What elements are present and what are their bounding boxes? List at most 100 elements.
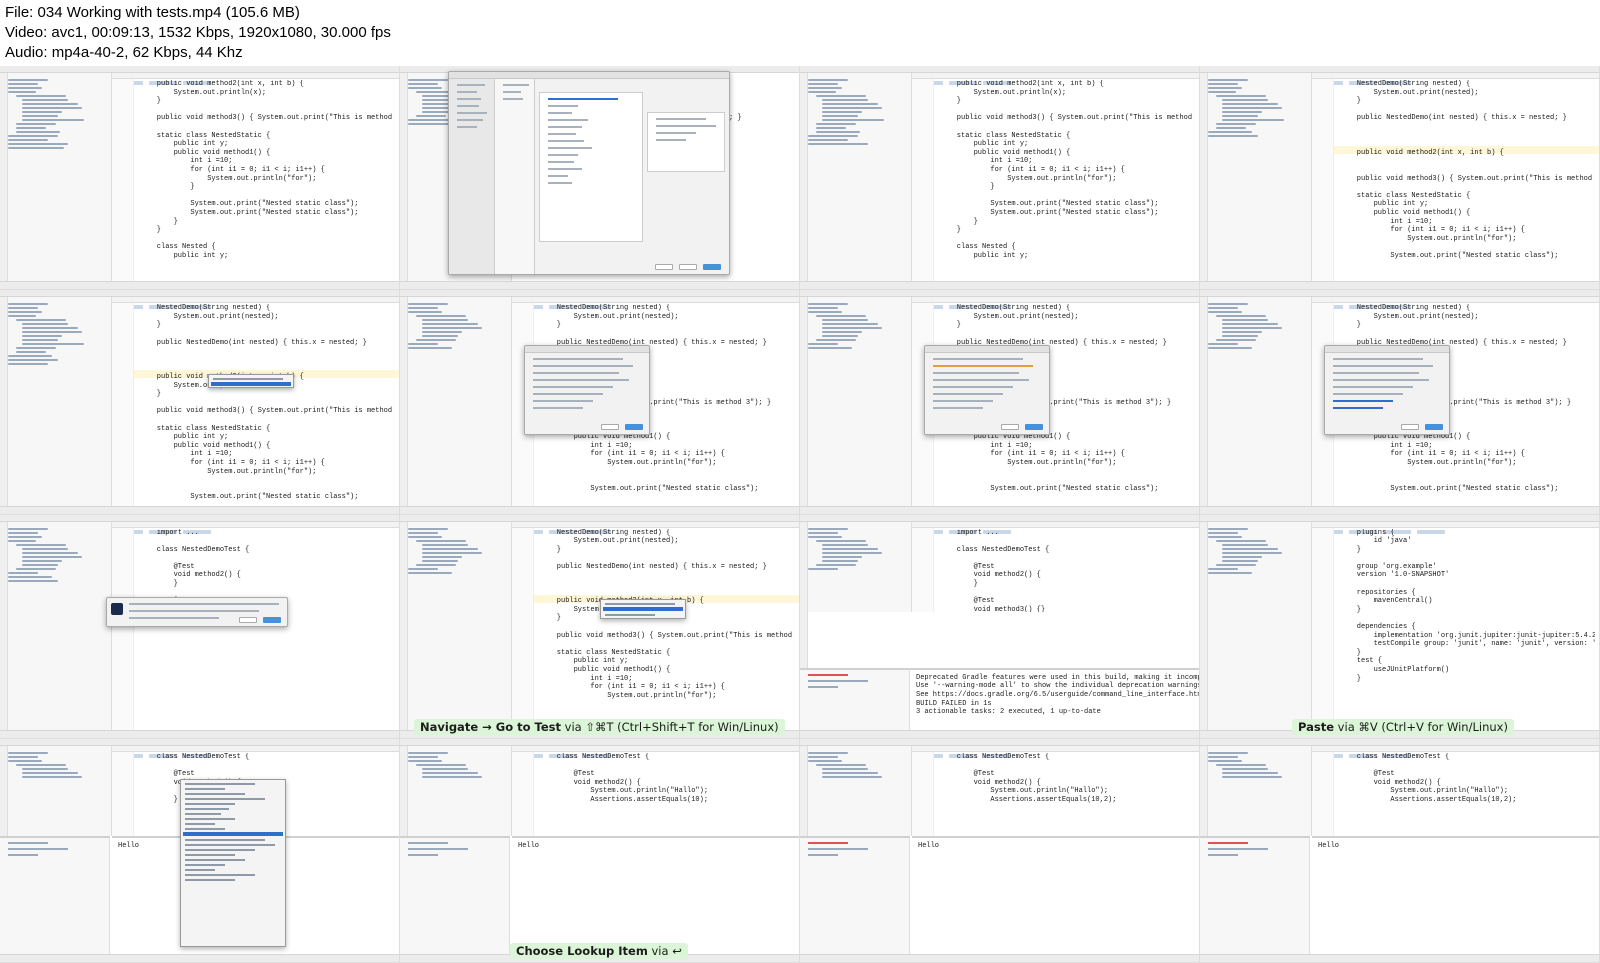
status-bar (1200, 505, 1599, 514)
settings-sidebar[interactable] (449, 79, 495, 274)
choose-test-popup[interactable] (208, 374, 294, 389)
caption-action: Go to Test (495, 719, 561, 734)
status-bar (0, 729, 399, 738)
module-list[interactable] (495, 79, 535, 274)
dialog-title-bar (525, 346, 649, 354)
ide-title-bar (400, 290, 799, 298)
code-editor[interactable]: class NestedDemoTest { @Test void method… (540, 753, 795, 836)
tool-window-bar (800, 297, 808, 506)
line-gutter (512, 751, 534, 836)
code-editor[interactable]: class NestedDemoTest { @Test void method… (940, 753, 1195, 836)
dialog-title-bar (925, 346, 1049, 354)
status-bar (1200, 281, 1599, 290)
video-frame-12[interactable]: plugins { id 'java' } group 'org.example… (1200, 514, 1600, 739)
apply-button[interactable] (679, 264, 697, 270)
run-tree[interactable] (0, 836, 110, 954)
cancel-button[interactable] (601, 424, 619, 431)
editor-tabs (1312, 521, 1599, 534)
create-test-dialog[interactable] (1324, 345, 1450, 436)
video-frame-13[interactable]: class NestedDemoTest { @Test void method… (0, 738, 400, 963)
code-editor[interactable]: plugins { id 'java' } group 'org.example… (1340, 529, 1595, 730)
ide-title-bar (400, 514, 799, 522)
cancel-button[interactable] (1001, 424, 1019, 431)
video-frame-6[interactable]: NestedDemo(String nested) { System.out.p… (400, 290, 800, 515)
run-tree[interactable] (800, 836, 910, 954)
project-tree (8, 521, 112, 730)
project-tree (408, 745, 512, 836)
video-frame-16[interactable]: class NestedDemoTest { @Test void method… (1200, 738, 1600, 963)
video-frame-7[interactable]: NestedDemo(String nested) { System.out.p… (800, 290, 1200, 515)
video-frame-5[interactable]: NestedDemo(String nested) { System.out.p… (0, 290, 400, 515)
code-editor[interactable]: NestedDemo(String nested) { System.out.p… (540, 529, 795, 730)
video-frame-11[interactable]: import ... class NestedDemoTest { @Test … (800, 514, 1200, 739)
ide-title-bar (1200, 738, 1599, 746)
build-output-console[interactable]: Deprecated Gradle features were used in … (910, 667, 1199, 730)
run-tree[interactable] (400, 836, 510, 954)
code-editor[interactable]: import ... class NestedDemoTest { @Test … (140, 529, 395, 730)
status-bar (800, 281, 1199, 290)
status-bar (0, 954, 399, 962)
run-tree[interactable] (800, 667, 910, 730)
context-menu[interactable] (180, 778, 286, 947)
line-gutter (112, 79, 134, 282)
cancel-button[interactable] (655, 264, 673, 270)
project-structure-dialog[interactable] (448, 71, 730, 275)
caption-suffix: via ⌘V (Ctrl+V for Win/Linux) (1334, 719, 1508, 734)
line-gutter (1312, 79, 1334, 282)
editor-tabs (912, 73, 1199, 85)
video-frame-2[interactable]: method 3"); } (400, 66, 800, 291)
video-frame-8[interactable]: NestedDemo(String nested) { System.out.p… (1200, 290, 1600, 515)
code-editor[interactable]: import ... class NestedDemoTest { @Test … (940, 529, 1195, 612)
caption-action: Choose Lookup Item (516, 944, 648, 958)
caption-suffix: via ↩ (647, 944, 682, 958)
caption-suffix: via ⇧⌘T (Ctrl+Shift+T for Win/Linux) (560, 719, 779, 734)
video-frame-3[interactable]: public void method2(int x, int b) { Syst… (800, 66, 1200, 291)
status-bar (0, 505, 399, 514)
code-editor[interactable]: public void method2(int x, int b) { Syst… (140, 80, 395, 281)
video-frame-15[interactable]: class NestedDemoTest { @Test void method… (800, 738, 1200, 963)
create-test-dialog[interactable] (524, 345, 650, 436)
code-editor[interactable]: NestedDemo(String nested) { System.out.p… (140, 304, 395, 505)
content-root-tree[interactable] (539, 92, 643, 242)
file-line: File: 034 Working with tests.mp4 (105.6 … (5, 4, 300, 21)
code-editor[interactable]: public void method2(int x, int b) { Syst… (940, 80, 1195, 281)
caption-action: Paste (1298, 719, 1335, 734)
line-gutter (512, 527, 534, 730)
ok-button[interactable] (1025, 424, 1043, 431)
ok-button[interactable] (703, 264, 721, 270)
video-frame-1[interactable]: public void method2(int x, int b) { Syst… (0, 66, 400, 291)
run-tree[interactable] (1200, 836, 1310, 954)
video-frame-4[interactable]: NestedDemo(String nested) { System.out.p… (1200, 66, 1600, 291)
video-frame-9[interactable]: import ... class NestedDemoTest { @Test … (0, 514, 400, 739)
ide-title-bar (0, 514, 399, 522)
video-frame-10[interactable]: NestedDemo(String nested) { System.out.p… (400, 514, 800, 739)
project-tree (808, 297, 912, 506)
run-output-console[interactable]: Hello (912, 836, 1199, 954)
cancel-button[interactable] (1401, 424, 1419, 431)
run-output-console[interactable]: Hello (1312, 836, 1599, 954)
file-info-header: File: 034 Working with tests.mp4 (105.6 … (0, 0, 1600, 66)
run-output-console[interactable]: Hello (512, 836, 799, 954)
ok-button[interactable] (625, 424, 643, 431)
project-tree (8, 297, 112, 506)
project-tree (808, 521, 912, 612)
tool-window-bar (1200, 521, 1208, 730)
add-button[interactable] (263, 616, 281, 623)
project-tree (1208, 521, 1312, 730)
tool-window-bar (0, 73, 8, 282)
code-editor[interactable]: class NestedDemoTest { @Test void method… (1340, 753, 1595, 836)
tool-window-bar (800, 73, 808, 282)
status-bar (0, 281, 399, 290)
project-tree (808, 73, 912, 282)
editor-tabs (1312, 297, 1599, 310)
code-editor[interactable]: NestedDemo(String nested) { System.out.p… (1340, 80, 1595, 281)
choose-test-popup[interactable] (600, 598, 686, 619)
create-test-dialog[interactable] (924, 345, 1050, 436)
ok-button[interactable] (1425, 424, 1443, 431)
status-bar (800, 954, 1199, 962)
tool-window-bar (0, 521, 8, 730)
video-frame-14[interactable]: class NestedDemoTest { @Test void method… (400, 738, 800, 963)
cancel-button[interactable] (239, 616, 257, 623)
add-file-to-git-dialog[interactable] (106, 596, 288, 627)
project-tree (8, 73, 112, 282)
